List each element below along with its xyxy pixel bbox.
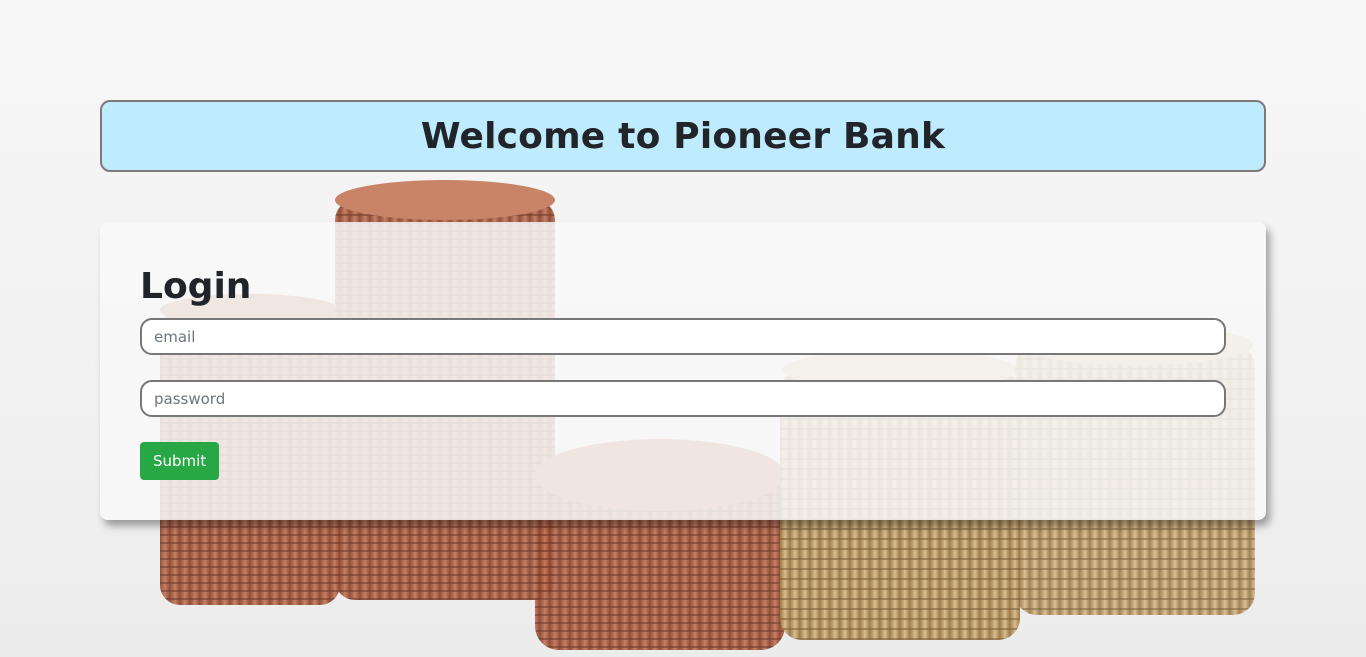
password-input[interactable] bbox=[140, 380, 1226, 417]
welcome-banner: Welcome to Pioneer Bank bbox=[100, 100, 1266, 172]
submit-button[interactable]: Submit bbox=[140, 442, 220, 480]
login-title: Login bbox=[140, 266, 252, 307]
email-input[interactable] bbox=[140, 318, 1226, 355]
login-form: Login Submit bbox=[100, 222, 1266, 520]
welcome-title: Welcome to Pioneer Bank bbox=[420, 115, 946, 157]
